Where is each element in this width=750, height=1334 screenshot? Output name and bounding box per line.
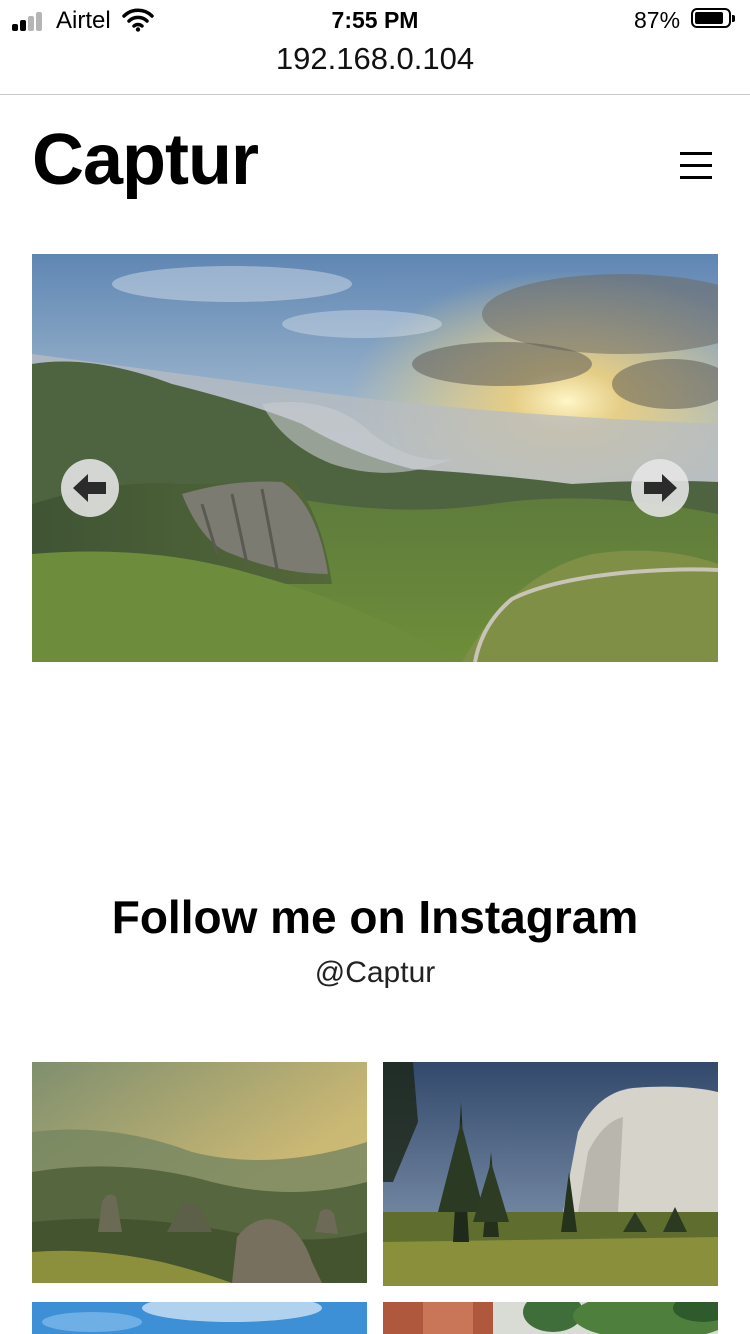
- battery-icon: [691, 8, 735, 28]
- address-bar-url[interactable]: 192.168.0.104: [0, 41, 750, 77]
- address-bar-divider: [0, 94, 750, 95]
- red-rock-trees-photo: [383, 1302, 718, 1334]
- status-bar: Airtel 7:55 PM 87%: [0, 0, 750, 40]
- hero-slider[interactable]: [32, 254, 718, 662]
- hamburger-menu-icon[interactable]: [678, 148, 716, 186]
- site-logo[interactable]: Captur: [32, 124, 259, 196]
- instagram-tile-4[interactable]: [383, 1302, 718, 1334]
- hero-landscape-image: [32, 254, 718, 662]
- instagram-handle[interactable]: @Captur: [0, 956, 750, 990]
- instagram-heading: Follow me on Instagram: [111, 891, 639, 943]
- slider-next-button[interactable]: [631, 459, 689, 517]
- instagram-tile-2[interactable]: [383, 1062, 718, 1286]
- instagram-tile-1[interactable]: [32, 1062, 367, 1283]
- arrow-left-icon: [73, 474, 106, 502]
- instagram-tile-3[interactable]: [32, 1302, 367, 1334]
- arrow-right-icon: [644, 474, 677, 502]
- battery-percentage: 87%: [634, 7, 681, 33]
- pine-trees-granite-cliff-photo: [383, 1062, 718, 1286]
- slider-prev-button[interactable]: [61, 459, 119, 517]
- blue-sky-photo: [32, 1302, 367, 1334]
- misty-mountain-rocks-photo: [32, 1062, 367, 1283]
